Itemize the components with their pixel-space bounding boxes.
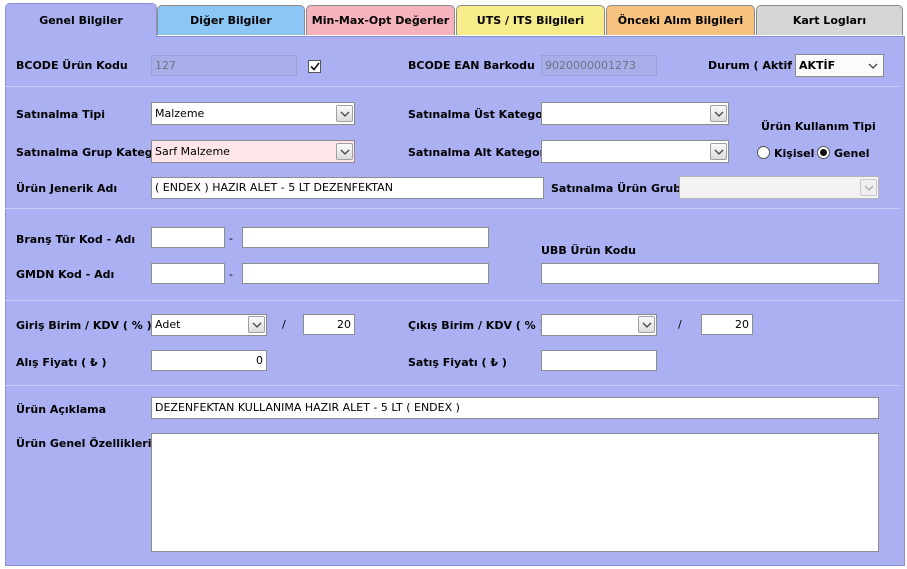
grup-kategori-value: Sarf Malzeme <box>155 145 230 158</box>
section-divider <box>5 208 900 209</box>
satinalma-urun-grubu-label: Satınalma Ürün Grubu <box>551 182 689 195</box>
chevron-down-icon[interactable] <box>336 143 353 160</box>
brans-kod-input[interactable] <box>151 227 225 248</box>
kisisel-label[interactable]: Kişisel <box>774 147 814 160</box>
tab-uts-its[interactable]: UTS / ITS Bilgileri <box>456 5 605 35</box>
tab-label: Genel Bilgiler <box>39 14 123 27</box>
satinalma-urun-grubu-select[interactable] <box>679 176 879 199</box>
tab-onceki-alim[interactable]: Önceki Alım Bilgileri <box>606 5 755 35</box>
durum-select[interactable]: AKTİF <box>795 54 884 77</box>
satinalma-alt-kategori-select[interactable] <box>541 140 729 163</box>
alis-fiyati-label: Alış Fiyatı ( ₺ ) <box>16 356 107 369</box>
brans-adi-input[interactable] <box>242 227 489 248</box>
brans-dash: - <box>229 232 233 245</box>
section-divider <box>5 86 900 87</box>
urun-aciklama-label: Ürün Açıklama <box>16 403 107 416</box>
radio-selected-dot <box>820 149 827 156</box>
genel-radio[interactable] <box>817 146 830 159</box>
urun-kullanim-tipi-label: Ürün Kullanım Tipi <box>761 120 876 133</box>
satinalma-tipi-label: Satınalma Tipi <box>16 108 106 121</box>
satinalma-grup-kategori-select[interactable]: Sarf Malzeme <box>151 140 355 163</box>
alis-fiyati-input[interactable]: 0 <box>151 350 267 371</box>
giris-birim-value: Adet <box>155 318 181 331</box>
ubb-urun-kodu-label: UBB Ürün Kodu <box>541 244 636 257</box>
urun-jenerik-adi-input[interactable]: ( ENDEX ) HAZIR ALET - 5 LT DEZENFEKTAN <box>151 177 544 199</box>
gmdn-kod-label: GMDN Kod - Adı <box>16 268 115 281</box>
satis-fiyati-label: Satış Fiyatı ( ₺ ) <box>408 356 507 369</box>
satis-fiyati-input[interactable] <box>541 350 657 371</box>
chevron-down-icon[interactable] <box>248 316 265 333</box>
giris-kdv-input[interactable]: 20 <box>303 314 355 335</box>
cikis-birim-kdv-label: Çıkış Birim / KDV ( % ) <box>408 319 545 332</box>
tab-label: Diğer Bilgiler <box>190 14 272 27</box>
kisisel-radio[interactable] <box>757 146 770 159</box>
tab-kart-loglari[interactable]: Kart Logları <box>756 5 903 35</box>
genel-label[interactable]: Genel <box>834 147 870 160</box>
bcode-ean-barkodu-label: BCODE EAN Barkodu <box>408 59 535 72</box>
giris-slash: / <box>282 318 286 331</box>
durum-aktif-label: Durum ( Aktif ) <box>708 59 801 72</box>
chevron-down-icon[interactable] <box>710 105 727 122</box>
chevron-down-icon[interactable] <box>336 105 353 122</box>
satinalma-grup-kategori-label: Satınalma Grup Kategori <box>16 146 170 159</box>
cikis-slash: / <box>678 318 682 331</box>
satinalma-ust-kategori-label: Satınalma Üst Kategori <box>408 108 552 121</box>
urun-genel-ozellikleri-textarea[interactable] <box>151 433 879 552</box>
satinalma-ust-kategori-select[interactable] <box>541 102 729 125</box>
section-divider <box>5 300 900 301</box>
chevron-down-icon[interactable] <box>710 143 727 160</box>
tab-min-max-opt[interactable]: Min-Max-Opt Değerler <box>306 5 455 35</box>
cikis-birim-select[interactable] <box>541 314 657 336</box>
gmdn-adi-input[interactable] <box>242 263 489 284</box>
tab-label: Önceki Alım Bilgileri <box>617 14 744 27</box>
checkmark-icon <box>309 62 320 71</box>
tab-diger-bilgiler[interactable]: Diğer Bilgiler <box>157 5 305 35</box>
urun-jenerik-adi-label: Ürün Jenerik Adı <box>16 182 118 195</box>
brans-tur-kod-label: Branş Tür Kod - Adı <box>16 233 136 246</box>
bcode-ean-barkodu-field: 9020000001273 <box>541 55 657 76</box>
bcode-urun-kodu-label: BCODE Ürün Kodu <box>16 59 128 72</box>
chevron-down-icon[interactable] <box>638 316 655 333</box>
bcode-urun-kodu-field: 127 <box>151 55 297 76</box>
satinalma-tipi-value: Malzeme <box>155 107 205 120</box>
gmdn-kod-input[interactable] <box>151 263 225 284</box>
tab-label: Min-Max-Opt Değerler <box>311 14 450 27</box>
satinalma-tipi-select[interactable]: Malzeme <box>151 102 355 125</box>
giris-birim-kdv-label: Giriş Birim / KDV ( % ) <box>16 319 152 332</box>
tab-genel-bilgiler[interactable]: Genel Bilgiler <box>5 3 157 37</box>
cikis-kdv-input[interactable]: 20 <box>701 314 753 335</box>
urun-genel-ozellikleri-label: Ürün Genel Özellikleri <box>16 437 152 450</box>
giris-birim-select[interactable]: Adet <box>151 314 267 336</box>
urun-aciklama-input[interactable]: DEZENFEKTAN KULLANIMA HAZIR ALET - 5 LT … <box>151 397 879 419</box>
section-divider <box>5 385 900 386</box>
tab-label: UTS / ITS Bilgileri <box>476 14 585 27</box>
bcode-checkbox[interactable] <box>308 60 321 73</box>
durum-select-value: AKTİF <box>799 59 836 72</box>
chevron-down-icon <box>868 55 878 76</box>
tab-label: Kart Logları <box>792 14 867 27</box>
satinalma-alt-kategori-label: Satınalma Alt Kategori <box>408 146 549 159</box>
ubb-urun-kodu-input[interactable] <box>541 263 879 284</box>
gmdn-dash: - <box>229 268 233 281</box>
chevron-down-icon[interactable] <box>860 179 877 196</box>
